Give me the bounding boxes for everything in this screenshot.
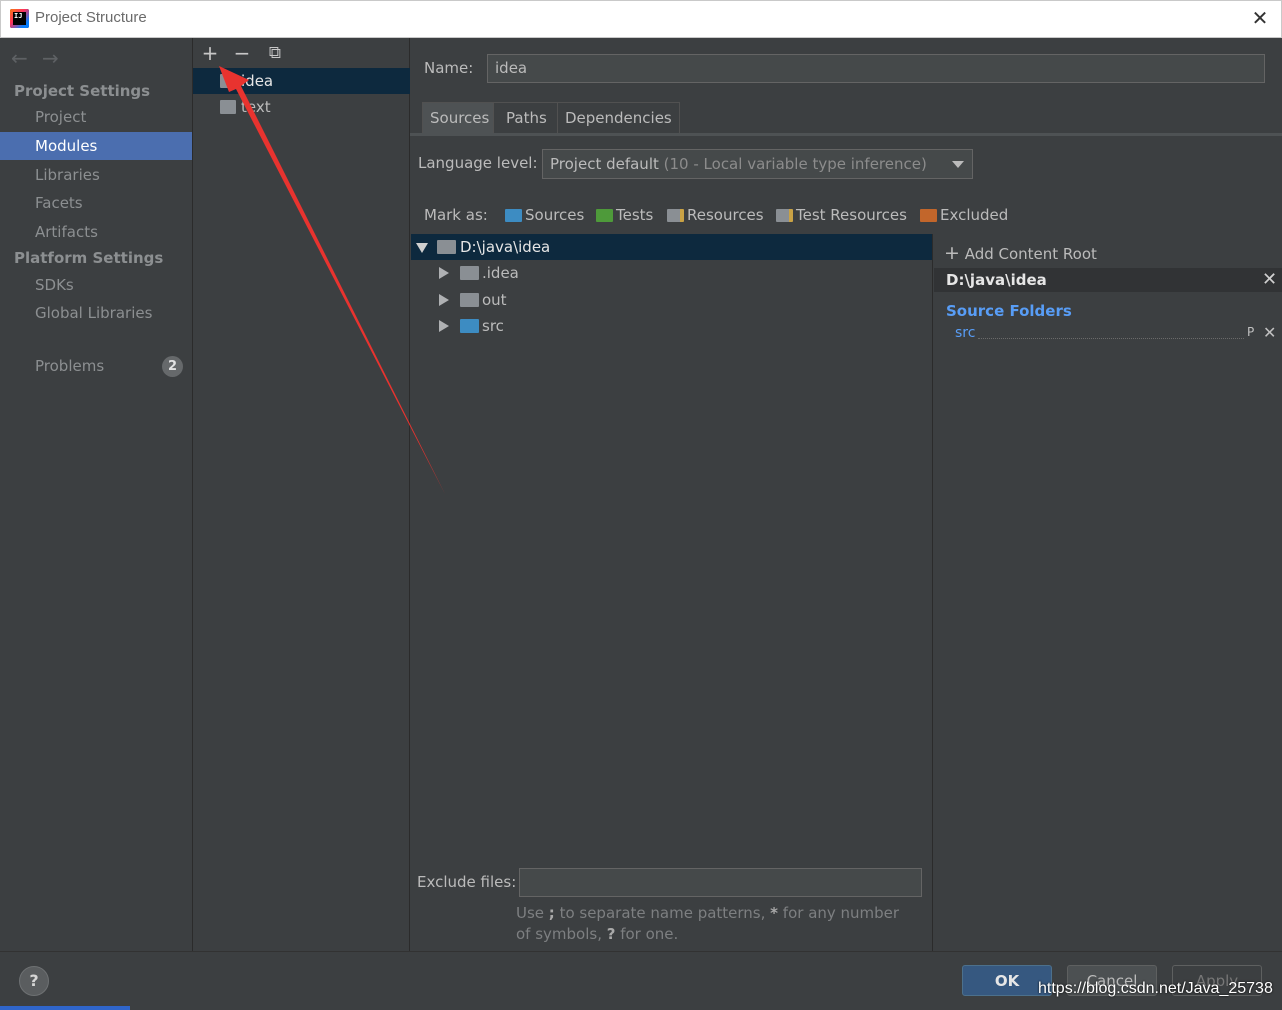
platform-settings-heading: Platform Settings [14,249,164,267]
mark-as-test-resources-label: Test Resources [796,206,907,224]
back-arrow-icon[interactable]: ← [11,46,28,70]
tree-row-root[interactable]: D:\java\idea [411,234,932,260]
language-level-value: Project default [550,155,659,173]
source-folders-title: Source Folders [946,302,1072,320]
tab-underline [410,133,1282,136]
title-bar [0,0,1282,38]
module-folder-icon [220,100,236,114]
module-name: text [241,98,271,116]
expand-arrow-icon[interactable] [416,243,428,253]
language-level-select[interactable]: Project default (10 - Local variable typ… [542,149,973,179]
content-root-panel [932,234,1282,951]
taskbar-strip [0,1006,130,1010]
collapse-arrow-icon[interactable] [439,267,449,279]
remove-content-root-icon[interactable]: ✕ [1262,269,1277,290]
tab-sources[interactable]: Sources [422,102,498,133]
language-level-hint: (10 - Local variable type inference) [663,155,927,173]
collapse-arrow-icon[interactable] [439,294,449,306]
remove-source-folder-icon[interactable]: ✕ [1263,323,1276,342]
module-name: idea [241,72,274,90]
close-window-button[interactable]: ✕ [1248,6,1272,30]
content-tree [411,234,932,951]
folder-icon [460,266,479,280]
mark-as-resources-label: Resources [687,206,764,224]
exclude-files-label: Exclude files: [417,873,517,891]
chevron-down-icon [952,161,964,168]
dotted-leader [978,338,1244,339]
problems-count-badge: 2 [162,356,183,377]
test-resources-folder-icon [776,208,793,222]
mark-as-excluded-label: Excluded [940,206,1009,224]
copy-module-button[interactable]: ⧉ [263,42,287,64]
intellij-logo-icon: IJ [10,9,29,28]
tab-dependencies[interactable]: Dependencies [557,102,680,133]
forward-arrow-icon[interactable]: → [42,46,59,70]
sidebar-item-artifacts[interactable]: Artifacts [0,218,192,246]
mark-as-test-resources-button[interactable]: Test Resources [776,206,907,224]
watermark: https://blog.csdn.net/Java_25738 [1038,980,1273,997]
folder-icon [460,293,479,307]
package-prefix-icon[interactable]: P [1247,325,1254,339]
source-folder-entry: src [955,325,976,341]
sidebar-item-project[interactable]: Project [0,103,192,131]
content-root-path: D:\java\idea [934,268,1282,292]
excluded-folder-icon [920,208,937,222]
resources-folder-icon [667,208,684,222]
sidebar-item-global-libraries[interactable]: Global Libraries [0,299,192,327]
mark-as-sources-button[interactable]: Sources [505,206,584,224]
plus-icon: + [944,242,960,264]
project-settings-heading: Project Settings [14,82,151,100]
module-row-text[interactable]: text [193,94,410,120]
tree-item-label: out [482,291,507,309]
modules-pane [193,38,410,951]
sidebar-item-facets[interactable]: Facets [0,189,192,217]
add-content-root-label: Add Content Root [964,245,1097,263]
exclude-files-input[interactable] [519,868,922,897]
language-level-label: Language level: [418,154,538,172]
tree-row-src[interactable]: src [411,313,932,339]
tree-item-label: .idea [482,264,519,282]
help-button[interactable]: ? [19,966,49,996]
tab-paths[interactable]: Paths [493,102,560,133]
window-title: Project Structure [35,9,147,26]
sidebar-item-libraries[interactable]: Libraries [0,161,192,189]
mark-as-resources-button[interactable]: Resources [667,206,764,224]
remove-module-button[interactable]: − [230,42,254,64]
tree-item-label: src [482,317,504,335]
sources-folder-icon [505,208,522,222]
collapse-arrow-icon[interactable] [439,320,449,332]
module-row-idea[interactable]: idea [193,68,410,94]
folder-icon [437,240,456,254]
tree-row-idea[interactable]: .idea [411,260,932,286]
mark-as-tests-label: Tests [616,206,654,224]
sidebar-item-sdks[interactable]: SDKs [0,271,192,299]
name-label: Name: [424,59,474,77]
source-folder-icon [460,319,479,333]
module-name-input[interactable]: idea [487,54,1265,83]
mark-as-excluded-button[interactable]: Excluded [920,206,1008,224]
exclude-files-hint: Use ; to separate name patterns, * for a… [516,904,900,943]
mark-as-tests-button[interactable]: Tests [596,206,653,224]
tree-row-out[interactable]: out [411,287,932,313]
tree-root-label: D:\java\idea [460,238,551,256]
tests-folder-icon [596,208,613,222]
sidebar-item-modules[interactable]: Modules [0,132,192,160]
mark-as-sources-label: Sources [525,206,585,224]
module-folder-icon [220,74,236,88]
add-content-root-button[interactable]: + Add Content Root [944,242,1097,264]
add-module-button[interactable]: + [198,42,222,64]
mark-as-label: Mark as: [424,206,488,224]
